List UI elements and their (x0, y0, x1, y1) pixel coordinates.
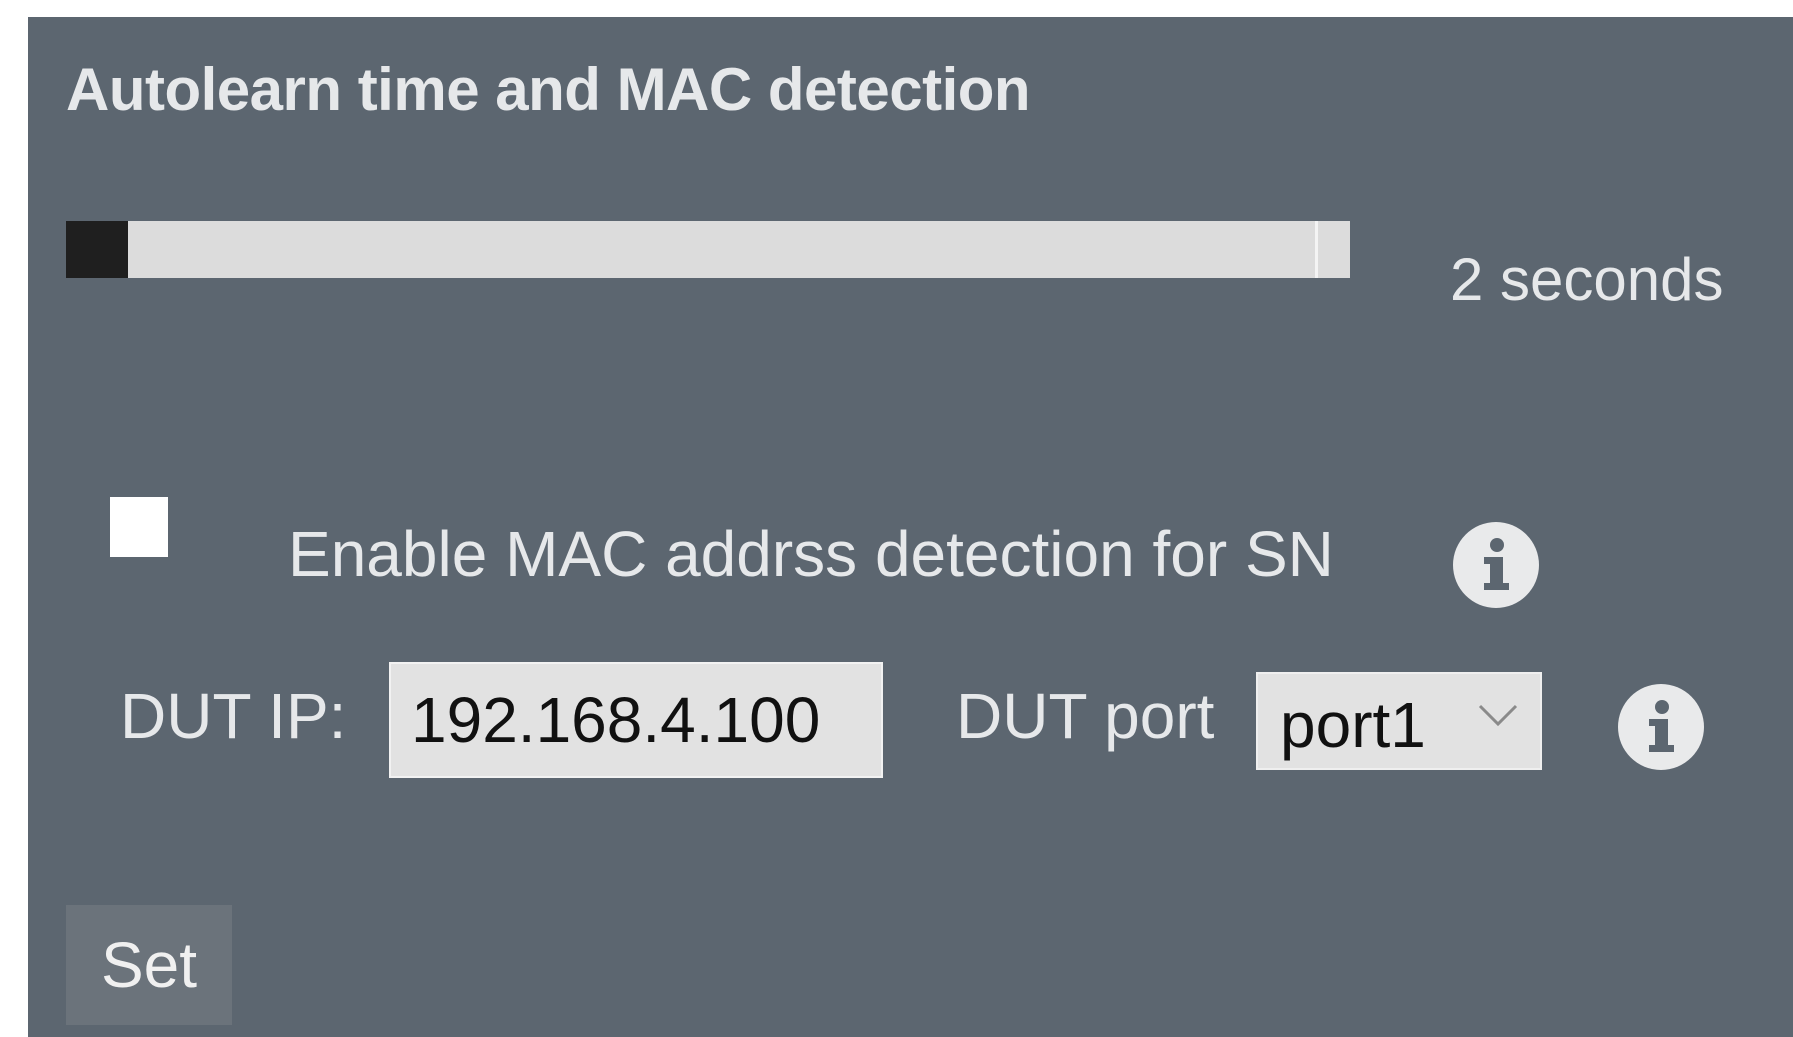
chevron-down-icon (1478, 704, 1518, 727)
dut-port-select[interactable]: port1 (1256, 672, 1542, 770)
dut-port-label: DUT port (956, 680, 1215, 752)
autolearn-time-slider[interactable] (66, 221, 1350, 278)
mac-detection-label: Enable MAC addrss detection for SN (288, 518, 1334, 590)
info-glyph (1455, 524, 1537, 606)
slider-thumb[interactable] (66, 221, 128, 278)
dut-ip-input[interactable] (389, 662, 883, 778)
autolearn-panel: Autolearn time and MAC detection 2 secon… (28, 17, 1793, 1037)
slider-end-mark (1315, 221, 1318, 278)
dut-ip-label: DUT IP: (120, 680, 347, 752)
autolearn-time-value: 2 seconds (1450, 246, 1724, 313)
mac-detection-checkbox[interactable] (110, 497, 168, 557)
info-glyph (1620, 686, 1702, 768)
set-button[interactable]: Set (66, 905, 232, 1025)
info-icon[interactable] (1453, 522, 1539, 608)
info-icon[interactable] (1618, 684, 1704, 770)
panel-title: Autolearn time and MAC detection (66, 56, 1031, 123)
dut-port-selected-value: port1 (1280, 689, 1426, 761)
